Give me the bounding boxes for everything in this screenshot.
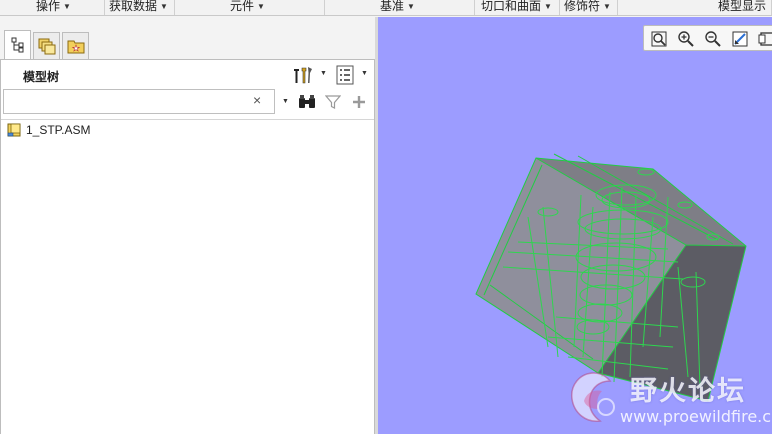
watermark: 野火论坛 www.proewildfire.cn: [564, 367, 772, 434]
tools-icon: [294, 67, 312, 84]
menu-datum-label: 基准: [380, 0, 405, 13]
tab-model-tree[interactable]: [4, 30, 31, 59]
favorites-folder-icon: [67, 40, 84, 54]
layers-icon: [38, 38, 55, 55]
watermark-title: 野火论坛: [630, 376, 746, 407]
tab-layers[interactable]: [33, 32, 60, 59]
forum-logo-icon: [571, 372, 615, 422]
search-input[interactable]: [3, 89, 275, 114]
model-tree-pane: 模型树 ▼ ▼ × ▼ 1_STP.ASM: [0, 59, 375, 434]
model-tree-title: 模型树: [23, 70, 60, 84]
menu-model-display[interactable]: 模型显示: [618, 0, 772, 16]
filter-icon: [325, 95, 341, 109]
navigator-tabs: [0, 30, 377, 59]
saved-views-icon: [758, 32, 772, 46]
find-button[interactable]: [297, 92, 317, 112]
menu-datum[interactable]: 基准 ▼: [325, 0, 475, 16]
assembly-icon: [7, 123, 21, 136]
menu-component[interactable]: 元件 ▼: [175, 0, 325, 16]
menu-cuts-surfaces-label: 切口和曲面: [481, 0, 542, 13]
refit-icon: [651, 31, 667, 47]
navigator-panel: 模型树 ▼ ▼ × ▼ 1_STP.ASM: [0, 17, 377, 434]
zoom-in-button[interactable]: [676, 29, 696, 49]
menu-cuts-surfaces[interactable]: 切口和曲面 ▼: [475, 0, 560, 16]
chevron-down-icon: ▼: [257, 2, 265, 11]
menu-get-data[interactable]: 获取数据 ▼: [105, 0, 175, 16]
zoom-out-icon: [705, 31, 721, 47]
repaint-button[interactable]: [730, 29, 750, 49]
refit-button[interactable]: [649, 29, 669, 49]
plus-icon: [353, 96, 365, 108]
chevron-down-icon: ▼: [407, 2, 415, 11]
add-button[interactable]: [349, 92, 369, 112]
ribbon-group-bar: 操作 ▼ 获取数据 ▼ 元件 ▼ 基准 ▼ 切口和曲面 ▼ 修饰符 ▼ 模型显示: [0, 0, 772, 16]
tab-favorites[interactable]: [62, 32, 89, 59]
chevron-down-icon[interactable]: ▼: [320, 70, 327, 77]
menu-get-data-label: 获取数据: [109, 0, 158, 13]
chevron-down-icon: ▼: [63, 2, 71, 11]
menu-component-label: 元件: [230, 0, 255, 13]
model-tree-icon: [11, 37, 23, 53]
menu-modifiers-label: 修饰符: [564, 0, 601, 13]
divider: [1, 119, 374, 120]
chevron-down-icon[interactable]: ▼: [282, 98, 289, 105]
zoom-out-button[interactable]: [703, 29, 723, 49]
watermark-url: www.proewildfire.cn: [620, 407, 772, 426]
clear-search-icon[interactable]: ×: [253, 91, 261, 109]
tree-item-label: 1_STP.ASM: [26, 123, 91, 137]
chevron-down-icon[interactable]: ▼: [361, 70, 368, 77]
chevron-down-icon: ▼: [603, 2, 611, 11]
zoom-in-icon: [678, 31, 694, 47]
graphics-viewport[interactable]: 野火论坛 www.proewildfire.cn: [378, 17, 772, 434]
menu-operations[interactable]: 操作 ▼: [0, 0, 105, 16]
chevron-down-icon: ▼: [160, 2, 168, 11]
menu-model-display-label: 模型显示: [718, 0, 767, 13]
chevron-down-icon: ▼: [544, 2, 552, 11]
saved-views-button[interactable]: [757, 29, 772, 49]
menu-operations-label: 操作: [36, 0, 61, 13]
show-options-button[interactable]: [334, 64, 356, 86]
menu-modifiers[interactable]: 修饰符 ▼: [560, 0, 618, 16]
list-icon: [336, 65, 354, 85]
view-toolbar: [643, 25, 772, 51]
filter-button[interactable]: [323, 92, 343, 112]
settings-button[interactable]: [290, 64, 314, 86]
tree-item-root[interactable]: 1_STP.ASM: [7, 122, 90, 138]
binoculars-icon: [299, 95, 315, 108]
repaint-icon: [732, 31, 748, 47]
